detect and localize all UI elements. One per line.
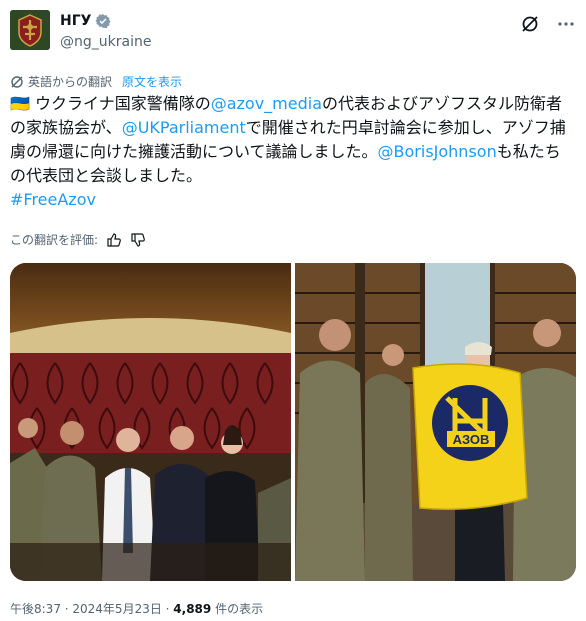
media-grid: АЗОВ	[10, 263, 576, 581]
hashtag-link[interactable]: #FreeAzov	[10, 190, 96, 209]
ukraine-flag-emoji: 🇺🇦	[10, 94, 30, 113]
roundtable-photo	[10, 263, 291, 581]
photo-flag-meeting[interactable]: АЗОВ	[294, 263, 576, 581]
translation-notice: 英語からの翻訳 原文を表示	[10, 73, 182, 90]
views-label: 件の表示	[211, 602, 264, 616]
thumbs-up-icon[interactable]	[106, 232, 122, 248]
rate-label: この翻訳を評価:	[10, 233, 99, 247]
post-timestamp[interactable]: 午後8:37 · 2024年5月23日 ·	[10, 602, 173, 616]
account-name-row: НГУ	[60, 13, 112, 29]
mention-link[interactable]: @UKParliament	[122, 118, 246, 137]
flag-meeting-photo: АЗОВ	[294, 263, 576, 581]
tweet-meta: 午後8:37 · 2024年5月23日 · 4,889 件の表示	[10, 600, 263, 617]
more-icon[interactable]	[556, 14, 576, 34]
translate-icon	[11, 75, 23, 88]
account-handle[interactable]: @ng_ukraine	[60, 34, 151, 50]
verified-badge-icon	[95, 14, 112, 29]
mention-link[interactable]: @azov_media	[211, 94, 322, 113]
account-name[interactable]: НГУ	[60, 13, 91, 29]
photo-roundtable[interactable]	[10, 263, 292, 581]
rate-translation: この翻訳を評価:	[10, 231, 146, 248]
tweet-header: НГУ @ng_ukraine	[10, 10, 576, 54]
grok-icon[interactable]	[520, 14, 540, 34]
header-actions	[520, 14, 576, 34]
azov-flag: АЗОВ	[411, 363, 528, 510]
tweet-text-part: ウクライナ国家警備隊の	[29, 94, 211, 113]
show-original-link[interactable]: 原文を表示	[122, 73, 182, 90]
thumbs-down-icon[interactable]	[130, 232, 146, 248]
tweet-text: 🇺🇦 ウクライナ国家警備隊の@azov_mediaの代表およびアゾフスタル防衛者…	[10, 92, 576, 212]
flag-text: АЗОВ	[452, 432, 489, 447]
translation-label: 英語からの翻訳	[28, 75, 113, 89]
avatar[interactable]	[10, 10, 50, 50]
ngu-emblem-icon	[10, 10, 50, 50]
mention-link[interactable]: @BorisJohnson	[378, 142, 497, 161]
view-count: 4,889	[173, 602, 212, 616]
